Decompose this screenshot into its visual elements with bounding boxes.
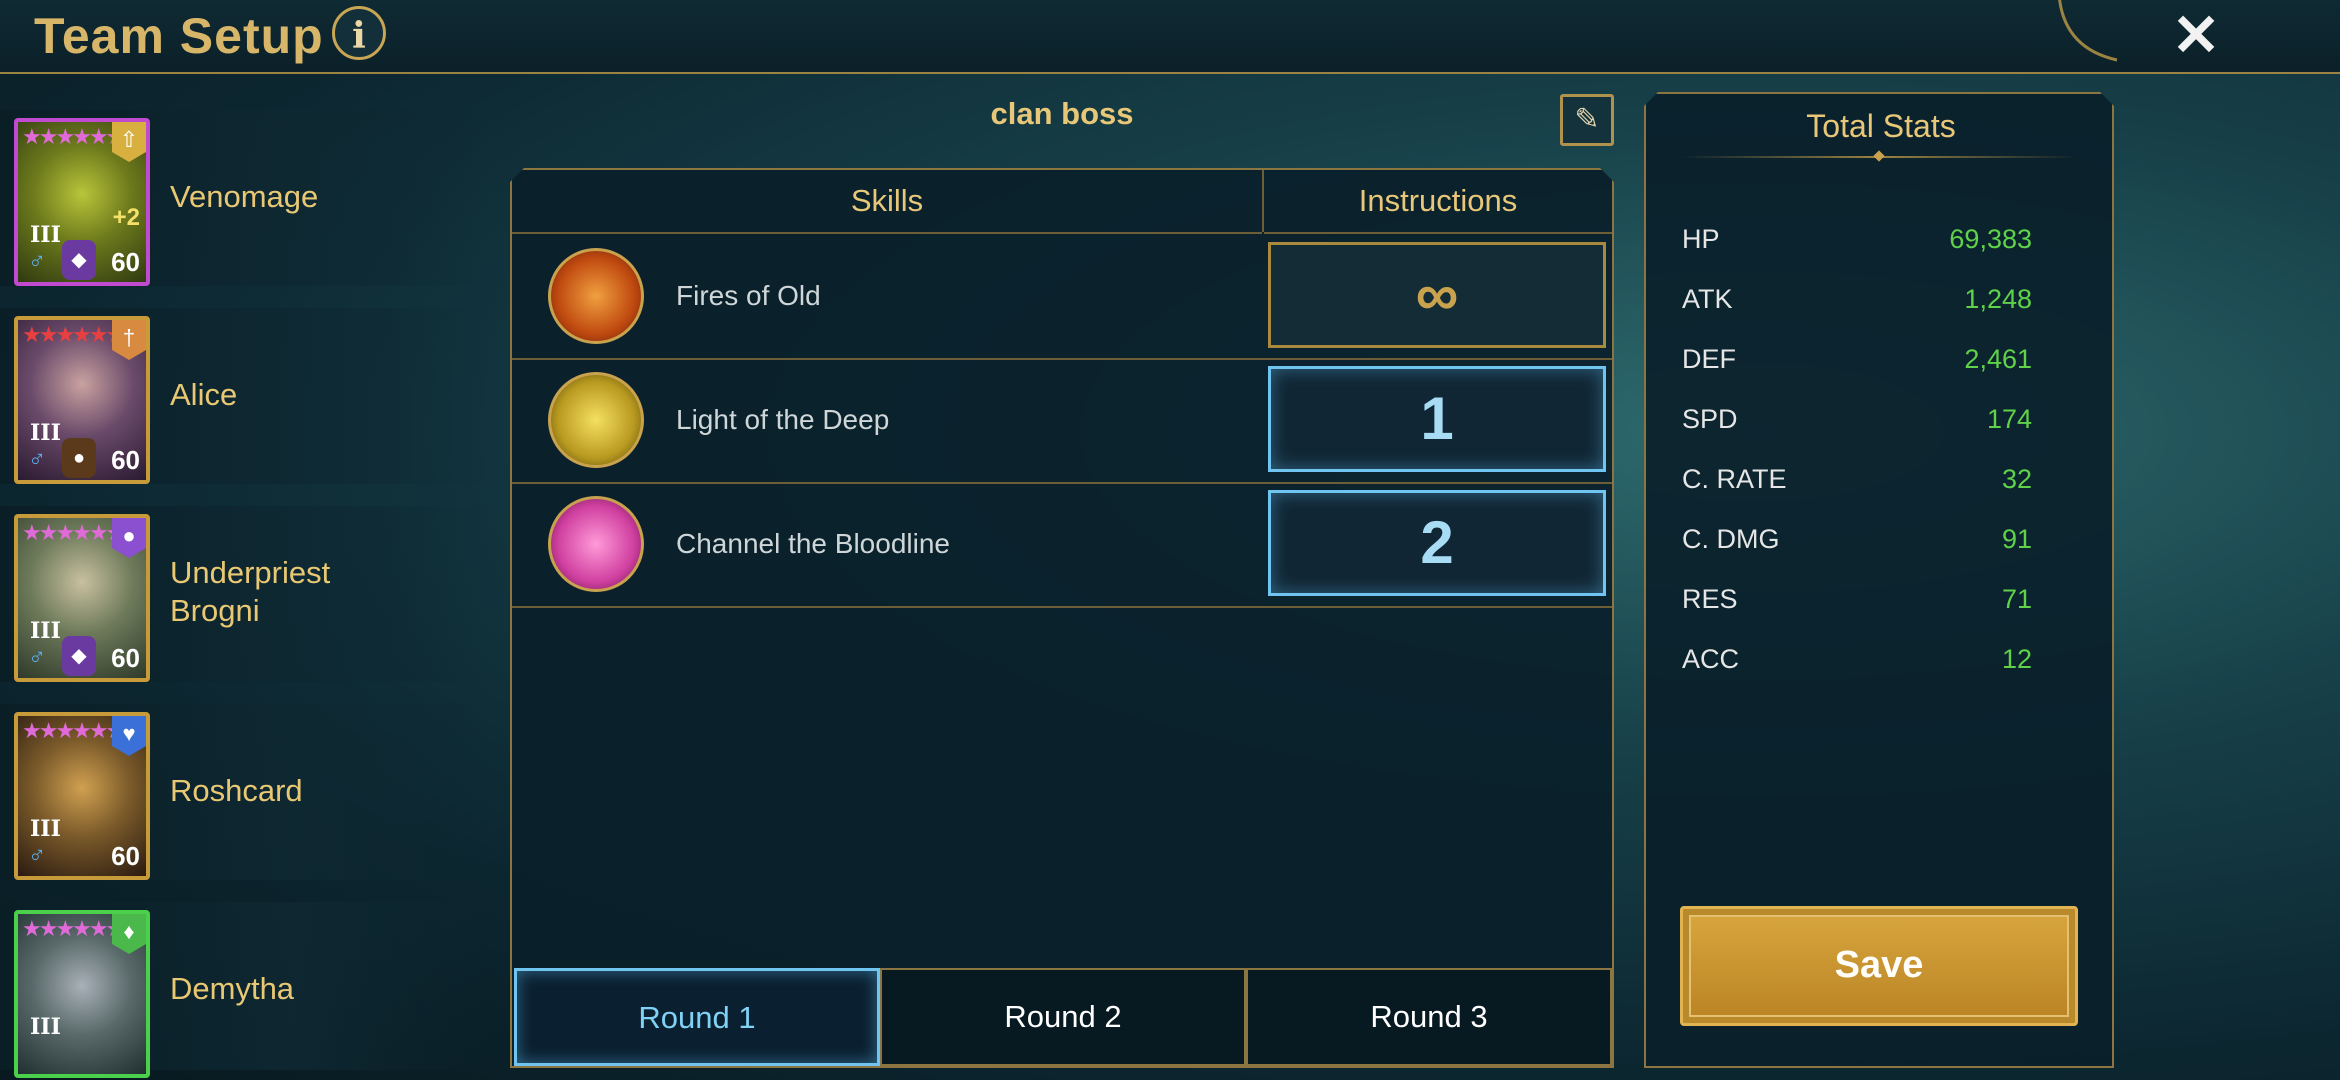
- ascension-rank: III: [30, 618, 61, 644]
- total-stats-panel: Total Stats HP 69,383 ATK 1,248 DEF 2,46…: [1644, 92, 2114, 1068]
- stat-value: 1,248: [1964, 284, 2032, 314]
- stat-label: ATK: [1682, 284, 1733, 314]
- tab-round-3[interactable]: Round 3: [1246, 968, 1612, 1066]
- info-icon[interactable]: i: [332, 6, 386, 60]
- stat-label: RES: [1682, 584, 1738, 614]
- hero-card-venomage[interactable]: ★★★★★★ ⇧ III +2 ♂ ◆ 60 Venomage: [0, 110, 490, 286]
- instructions-column-header: Instructions: [1264, 170, 1612, 234]
- affinity-icon: ♂: [28, 446, 46, 473]
- round-tabs: Round 1 Round 2 Round 3: [512, 968, 1612, 1068]
- page-title: Team Setup: [34, 8, 324, 64]
- stat-label: DEF: [1682, 344, 1736, 374]
- stat-label: HP: [1682, 224, 1720, 254]
- tab-round-2[interactable]: Round 2: [880, 968, 1246, 1066]
- faction-icon: ◆: [62, 240, 96, 280]
- skills-panel: Skills Instructions Fires of Old ∞ Light…: [510, 168, 1614, 1068]
- stat-label: SPD: [1682, 404, 1738, 434]
- skills-column-header: Skills: [512, 170, 1262, 234]
- stat-value: 174: [1986, 404, 2032, 434]
- stat-row-crit-dmg: C. DMG 91: [1682, 524, 2032, 564]
- stat-row-hp: HP 69,383: [1682, 224, 2032, 264]
- stat-value: 91: [2001, 524, 2032, 554]
- faction-icon: ◆: [62, 636, 96, 676]
- instruction-box-infinity[interactable]: ∞: [1268, 242, 1606, 348]
- stat-row-crit-rate: C. RATE 32: [1682, 464, 2032, 504]
- divider-ornament-icon: [1873, 150, 1884, 161]
- stat-label: ACC: [1682, 644, 1740, 674]
- affinity-icon: ♂: [28, 644, 46, 671]
- hero-portrait: ★★★★★★ ⇧ III +2 ♂ ◆ 60: [14, 118, 150, 286]
- stat-value: 12: [2001, 644, 2032, 674]
- corner-ornament-icon: [2058, 0, 2118, 62]
- bloodline-skill-icon: [548, 496, 644, 592]
- hero-level: 60: [111, 841, 140, 871]
- hero-portrait: ★★★★★★ † III ♂ ● 60: [14, 316, 150, 484]
- affinity-icon: ♂: [28, 842, 46, 869]
- empower-level: +2: [112, 204, 140, 231]
- stars-icon: ★★★★★★: [22, 124, 125, 149]
- hero-card-demytha[interactable]: ★★★★★★ ♦ III Demytha: [0, 902, 490, 1078]
- tab-round-1[interactable]: Round 1: [514, 968, 880, 1066]
- skill-name: Channel the Bloodline: [676, 528, 950, 559]
- top-bar: Team Setup i ✕: [0, 0, 2340, 74]
- hero-name: Venomage: [170, 179, 319, 214]
- instruction-box-priority[interactable]: 1: [1268, 366, 1606, 472]
- stat-value: 32: [2001, 464, 2032, 494]
- close-icon[interactable]: ✕: [2166, 6, 2226, 66]
- hero-name: Underpriest Brogni: [170, 555, 331, 628]
- hero-portrait: ★★★★★★ ♥ III ♂ 60: [14, 712, 150, 880]
- stat-row-def: DEF 2,461: [1682, 344, 2032, 384]
- stat-label: C. RATE: [1682, 464, 1787, 494]
- hero-card-alice[interactable]: ★★★★★★ † III ♂ ● 60 Alice: [0, 308, 490, 484]
- skill-name: Light of the Deep: [676, 404, 890, 435]
- stars-icon: ★★★★★★: [22, 520, 125, 545]
- stat-row-res: RES 71: [1682, 584, 2032, 624]
- fist-skill-icon: [548, 372, 644, 468]
- stars-icon: ★★★★★★: [22, 916, 125, 941]
- hero-card-roshcard[interactable]: ★★★★★★ ♥ III ♂ 60 Roshcard: [0, 704, 490, 880]
- skill-name: Fires of Old: [676, 280, 821, 311]
- hero-name: Alice: [170, 377, 238, 412]
- save-button[interactable]: Save: [1680, 906, 2078, 1026]
- stat-row-spd: SPD 174: [1682, 404, 2032, 444]
- hero-portrait: ★★★★★★ ♦ III: [14, 910, 150, 1078]
- preset-name: clan boss: [990, 96, 1134, 131]
- faction-icon: ●: [62, 438, 96, 478]
- skill-row: Channel the Bloodline 2: [512, 482, 1612, 608]
- hero-level: 60: [111, 643, 140, 673]
- stat-value: 69,383: [1949, 224, 2032, 254]
- ascension-rank: III: [30, 816, 61, 842]
- stat-value: 2,461: [1964, 344, 2032, 374]
- stat-value: 71: [2001, 584, 2032, 614]
- pencil-icon[interactable]: ✎: [1560, 94, 1614, 146]
- hero-level: 60: [111, 247, 140, 277]
- skill-row: Light of the Deep 1: [512, 358, 1612, 484]
- stars-icon: ★★★★★★: [22, 322, 125, 347]
- stars-icon: ★★★★★★: [22, 718, 125, 743]
- skill-row: Fires of Old ∞: [512, 234, 1612, 360]
- hero-level: 60: [111, 445, 140, 475]
- stat-label: C. DMG: [1682, 524, 1780, 554]
- ascension-rank: III: [30, 222, 61, 248]
- stats-title: Total Stats: [1806, 108, 1956, 144]
- hero-name: Demytha: [170, 971, 295, 1006]
- hero-card-underpriest-brogni[interactable]: ★★★★★★ ● III ♂ ◆ 60 Underpriest Brogni: [0, 506, 490, 682]
- fire-skill-icon: [548, 248, 644, 344]
- ascension-rank: III: [30, 420, 61, 446]
- affinity-icon: ♂: [28, 248, 46, 275]
- hero-name: Roshcard: [170, 773, 303, 808]
- stat-row-atk: ATK 1,248: [1682, 284, 2032, 324]
- hero-portrait: ★★★★★★ ● III ♂ ◆ 60: [14, 514, 150, 682]
- instruction-box-priority[interactable]: 2: [1268, 490, 1606, 596]
- ascension-rank: III: [30, 1014, 61, 1040]
- stat-row-acc: ACC 12: [1682, 644, 2032, 684]
